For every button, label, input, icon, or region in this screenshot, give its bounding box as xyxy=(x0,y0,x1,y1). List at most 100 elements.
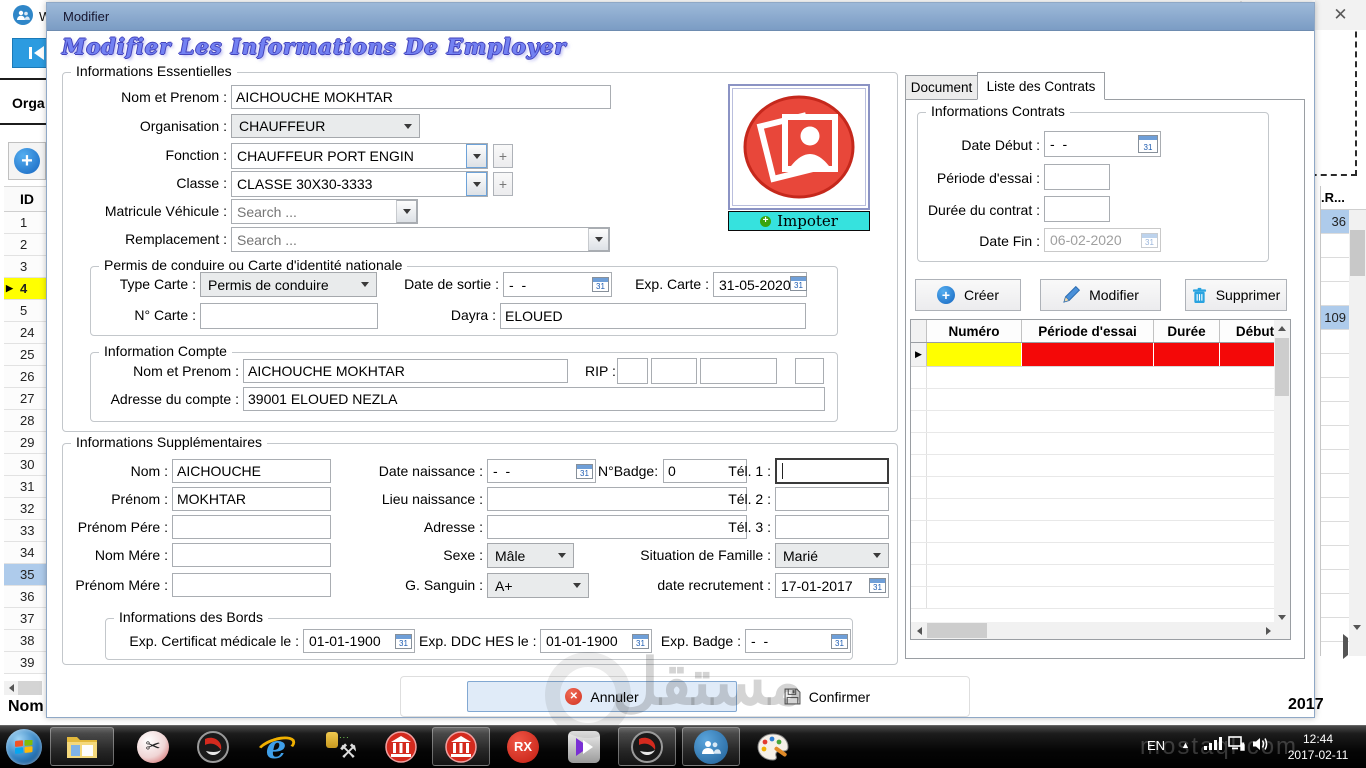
scroll-thumb[interactable] xyxy=(1275,338,1289,396)
right-grid-cell[interactable]: 109 xyxy=(1321,306,1349,330)
tab-liste-contrats[interactable]: Liste des Contrats xyxy=(977,72,1105,100)
fonction-add-button[interactable]: + xyxy=(493,144,513,168)
calendar-icon[interactable]: 31 xyxy=(831,633,848,649)
taskbar-comodo[interactable] xyxy=(186,727,240,766)
cell-periode[interactable] xyxy=(1022,343,1154,366)
annuler-button[interactable]: ✕ Annuler xyxy=(467,681,737,712)
right-grid-cell[interactable] xyxy=(1321,330,1349,354)
right-grid-cell[interactable] xyxy=(1321,378,1349,402)
dayra-input[interactable] xyxy=(500,303,806,329)
naissance-picker[interactable]: - -31 xyxy=(487,459,596,483)
prenom-pere-input[interactable] xyxy=(172,515,331,539)
calendar-icon[interactable]: 31 xyxy=(592,277,609,292)
taskbar-internet-explorer[interactable]: e xyxy=(248,727,304,766)
calendar-icon[interactable]: 31 xyxy=(395,633,412,649)
cell-debut[interactable] xyxy=(1220,343,1275,366)
sexe-select[interactable]: Mâle xyxy=(487,543,574,568)
supp-nom-input[interactable] xyxy=(172,459,331,483)
tel3-input[interactable] xyxy=(775,515,889,539)
lieu-naissance-input[interactable] xyxy=(487,487,747,511)
tel1-input-focused[interactable] xyxy=(775,458,889,484)
taskbar-comodo-2[interactable] xyxy=(618,727,676,766)
dropdown-button[interactable] xyxy=(466,172,487,196)
rip-input-3[interactable] xyxy=(700,358,777,384)
dropdown-button[interactable] xyxy=(466,144,487,168)
tray-expand-icon[interactable]: ▲ xyxy=(1181,740,1190,750)
right-grid-cell[interactable] xyxy=(1321,594,1349,618)
cell-numero[interactable] xyxy=(927,343,1022,366)
table-row-selected[interactable]: ▶ xyxy=(911,343,1275,367)
rip-input-4[interactable] xyxy=(795,358,824,384)
right-grid-scrollbar[interactable] xyxy=(1349,210,1366,656)
volume-icon[interactable] xyxy=(1252,736,1270,755)
remplacement-combo[interactable] xyxy=(231,227,610,252)
scroll-right-icon[interactable] xyxy=(1343,634,1348,659)
right-grid-cell[interactable] xyxy=(1321,522,1349,546)
date-debut-picker[interactable]: - -31 xyxy=(1044,131,1161,157)
table-hscrollbar[interactable] xyxy=(911,622,1274,639)
classe-add-button[interactable]: + xyxy=(493,172,513,196)
rip-input-2[interactable] xyxy=(651,358,697,384)
supprimer-button[interactable]: Supprimer xyxy=(1185,279,1287,311)
classe-combo[interactable]: CLASSE 30X30-3333 xyxy=(231,171,488,197)
certificat-picker[interactable]: 01-01-1900 31 xyxy=(303,629,415,653)
num-carte-input[interactable] xyxy=(200,303,378,329)
hscroll-left-arrow[interactable] xyxy=(4,681,18,695)
modifier-button[interactable]: Modifier xyxy=(1040,279,1161,311)
supp-adresse-input[interactable] xyxy=(487,515,747,539)
dialog-title-bar[interactable]: Modifier xyxy=(47,3,1314,31)
taskbar-clock[interactable]: 12:44 2017-02-11 xyxy=(1278,731,1358,763)
right-grid-cell[interactable] xyxy=(1321,498,1349,522)
date-sortie-picker[interactable]: - -31 xyxy=(503,272,612,297)
right-grid[interactable]: .R... 36 109 xyxy=(1320,186,1366,659)
start-button[interactable] xyxy=(2,727,46,766)
taskbar-snipping-tool[interactable]: ✂ xyxy=(126,727,180,766)
periode-essai-input[interactable] xyxy=(1044,164,1110,190)
tab-document[interactable]: Document xyxy=(905,75,978,100)
right-grid-cell[interactable] xyxy=(1321,474,1349,498)
compte-nom-input[interactable] xyxy=(243,359,568,383)
right-grid-cell[interactable] xyxy=(1321,450,1349,474)
right-grid-cell[interactable] xyxy=(1321,402,1349,426)
calendar-icon[interactable]: 31 xyxy=(576,463,593,479)
contracts-table[interactable]: Numéro Période d'essai Durée Début ▶ xyxy=(910,319,1291,640)
right-grid-cell[interactable] xyxy=(1321,546,1349,570)
matricule-search-input[interactable] xyxy=(237,203,391,220)
exp-badge-picker[interactable]: - -31 xyxy=(745,629,851,653)
duree-contrat-input[interactable] xyxy=(1044,196,1110,222)
calendar-icon[interactable]: 31 xyxy=(869,578,886,593)
ddc-picker[interactable]: 01-01-1900 31 xyxy=(540,629,652,653)
dropdown-button[interactable] xyxy=(396,200,417,223)
close-icon[interactable]: ✕ xyxy=(1333,5,1347,25)
sanguin-select[interactable]: A+ xyxy=(487,573,589,598)
right-grid-cell[interactable] xyxy=(1321,426,1349,450)
right-grid-cell[interactable] xyxy=(1321,234,1349,258)
taskbar-paint[interactable] xyxy=(746,727,800,766)
fonction-combo[interactable]: CHAUFFEUR PORT ENGIN xyxy=(231,143,488,169)
network-icon[interactable] xyxy=(1228,736,1246,755)
taskbar-hr-app-active[interactable] xyxy=(682,727,740,766)
rip-input-1[interactable] xyxy=(617,358,648,384)
adresse-compte-input[interactable] xyxy=(243,387,825,411)
language-indicator[interactable]: EN xyxy=(1147,738,1165,753)
recrutement-picker[interactable]: 17-01-2017 31 xyxy=(775,573,889,598)
remplacement-search-input[interactable] xyxy=(237,231,583,248)
famille-select[interactable]: Marié xyxy=(775,543,889,568)
supp-prenom-input[interactable] xyxy=(172,487,331,511)
taskbar-bank-app-1[interactable] xyxy=(374,727,428,766)
nom-mere-input[interactable] xyxy=(172,543,331,567)
dropdown-button[interactable] xyxy=(588,228,609,251)
taskbar-admin-tool[interactable]: ⚒ ∙∙∙ xyxy=(312,727,368,766)
taskbar-kmplayer[interactable] xyxy=(556,727,612,766)
add-record-button[interactable]: + xyxy=(8,142,46,180)
confirmer-button[interactable]: Confirmer xyxy=(752,681,902,712)
creer-button[interactable]: + Créer xyxy=(915,279,1021,311)
tel2-input[interactable] xyxy=(775,487,889,511)
prenom-mere-input[interactable] xyxy=(172,573,331,597)
table-vscrollbar[interactable] xyxy=(1274,320,1290,622)
cell-duree[interactable] xyxy=(1154,343,1220,366)
right-grid-cell[interactable]: 36 xyxy=(1321,210,1349,234)
right-grid-cell[interactable] xyxy=(1321,258,1349,282)
matricule-combo[interactable] xyxy=(231,199,418,224)
organisation-select[interactable]: CHAUFFEUR xyxy=(231,114,420,138)
